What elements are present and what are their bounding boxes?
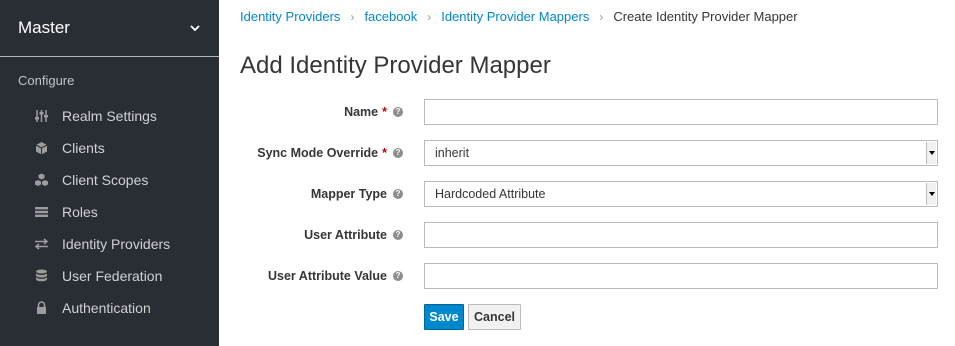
sidebar-item-label: Clients — [62, 140, 105, 156]
sidebar-item-realm-settings[interactable]: Realm Settings — [0, 100, 219, 132]
exchange-icon — [33, 237, 50, 251]
user-attribute-value-input[interactable] — [424, 263, 938, 289]
sidebar-item-identity-providers[interactable]: Identity Providers — [0, 228, 219, 260]
cubes-icon — [33, 173, 50, 187]
realm-selector[interactable]: Master — [0, 0, 219, 57]
sync-mode-value: inherit — [435, 146, 470, 160]
user-attribute-input[interactable] — [424, 222, 938, 248]
sidebar: Master Configure Realm Settings Clients … — [0, 0, 219, 346]
help-icon[interactable]: ? — [393, 230, 403, 240]
breadcrumb-facebook[interactable]: facebook — [364, 9, 417, 24]
main-content: Identity Providers › facebook › Identity… — [219, 0, 955, 346]
required-marker: * — [382, 105, 387, 119]
form-row-user-attribute: User Attribute ? — [219, 222, 955, 248]
sidebar-item-label: Client Scopes — [62, 172, 149, 188]
help-icon[interactable]: ? — [393, 189, 403, 199]
dropdown-arrow-icon — [926, 183, 936, 205]
sidebar-item-label: Authentication — [62, 300, 151, 316]
database-icon — [33, 269, 50, 283]
sidebar-item-roles[interactable]: Roles — [0, 196, 219, 228]
page-title: Add Identity Provider Mapper — [240, 52, 551, 79]
sync-mode-select[interactable]: inherit — [424, 140, 938, 166]
form-row-sync-mode: Sync Mode Override * ? inherit — [219, 140, 955, 166]
breadcrumb-separator: › — [599, 9, 604, 24]
dropdown-arrow-icon — [926, 142, 936, 164]
breadcrumb-identity-providers[interactable]: Identity Providers — [240, 9, 340, 24]
lock-icon — [33, 301, 50, 315]
sidebar-item-user-federation[interactable]: User Federation — [0, 260, 219, 292]
mapper-type-label: Mapper Type ? — [311, 181, 403, 207]
sidebar-item-label: Realm Settings — [62, 108, 157, 124]
breadcrumb: Identity Providers › facebook › Identity… — [240, 8, 798, 25]
chevron-down-icon — [190, 25, 200, 32]
list-icon — [33, 205, 50, 219]
section-label-configure: Configure — [18, 73, 75, 88]
breadcrumb-separator: › — [350, 9, 355, 24]
help-icon[interactable]: ? — [393, 107, 403, 117]
sidebar-item-clients[interactable]: Clients — [0, 132, 219, 164]
help-icon[interactable]: ? — [393, 271, 403, 281]
sidebar-item-label: Identity Providers — [62, 236, 171, 252]
form-row-name: Name * ? — [219, 99, 955, 125]
name-label: Name * ? — [344, 99, 403, 125]
realm-name: Master — [18, 18, 70, 37]
sidebar-item-label: Roles — [62, 204, 98, 220]
save-button[interactable]: Save — [424, 304, 464, 330]
app: Master Configure Realm Settings Clients … — [0, 0, 955, 346]
mapper-type-select[interactable]: Hardcoded Attribute — [424, 181, 938, 207]
user-attribute-value-label: User Attribute Value ? — [268, 263, 403, 289]
help-icon[interactable]: ? — [393, 148, 403, 158]
breadcrumb-identity-provider-mappers[interactable]: Identity Provider Mappers — [441, 9, 589, 24]
sidebar-item-authentication[interactable]: Authentication — [0, 292, 219, 324]
cube-icon — [33, 141, 50, 155]
form-row-user-attribute-value: User Attribute Value ? — [219, 263, 955, 289]
sidebar-item-label: User Federation — [62, 268, 163, 284]
name-input[interactable] — [424, 99, 938, 125]
sidebar-item-client-scopes[interactable]: Client Scopes — [0, 164, 219, 196]
breadcrumb-current: Create Identity Provider Mapper — [613, 9, 798, 24]
form-row-mapper-type: Mapper Type ? Hardcoded Attribute — [219, 181, 955, 207]
user-attribute-label: User Attribute ? — [304, 222, 403, 248]
required-marker: * — [382, 146, 387, 160]
sliders-icon — [33, 109, 50, 123]
breadcrumb-separator: › — [427, 9, 432, 24]
mapper-type-value: Hardcoded Attribute — [435, 187, 546, 201]
cancel-button[interactable]: Cancel — [468, 304, 521, 330]
sync-mode-label: Sync Mode Override * ? — [257, 140, 403, 166]
